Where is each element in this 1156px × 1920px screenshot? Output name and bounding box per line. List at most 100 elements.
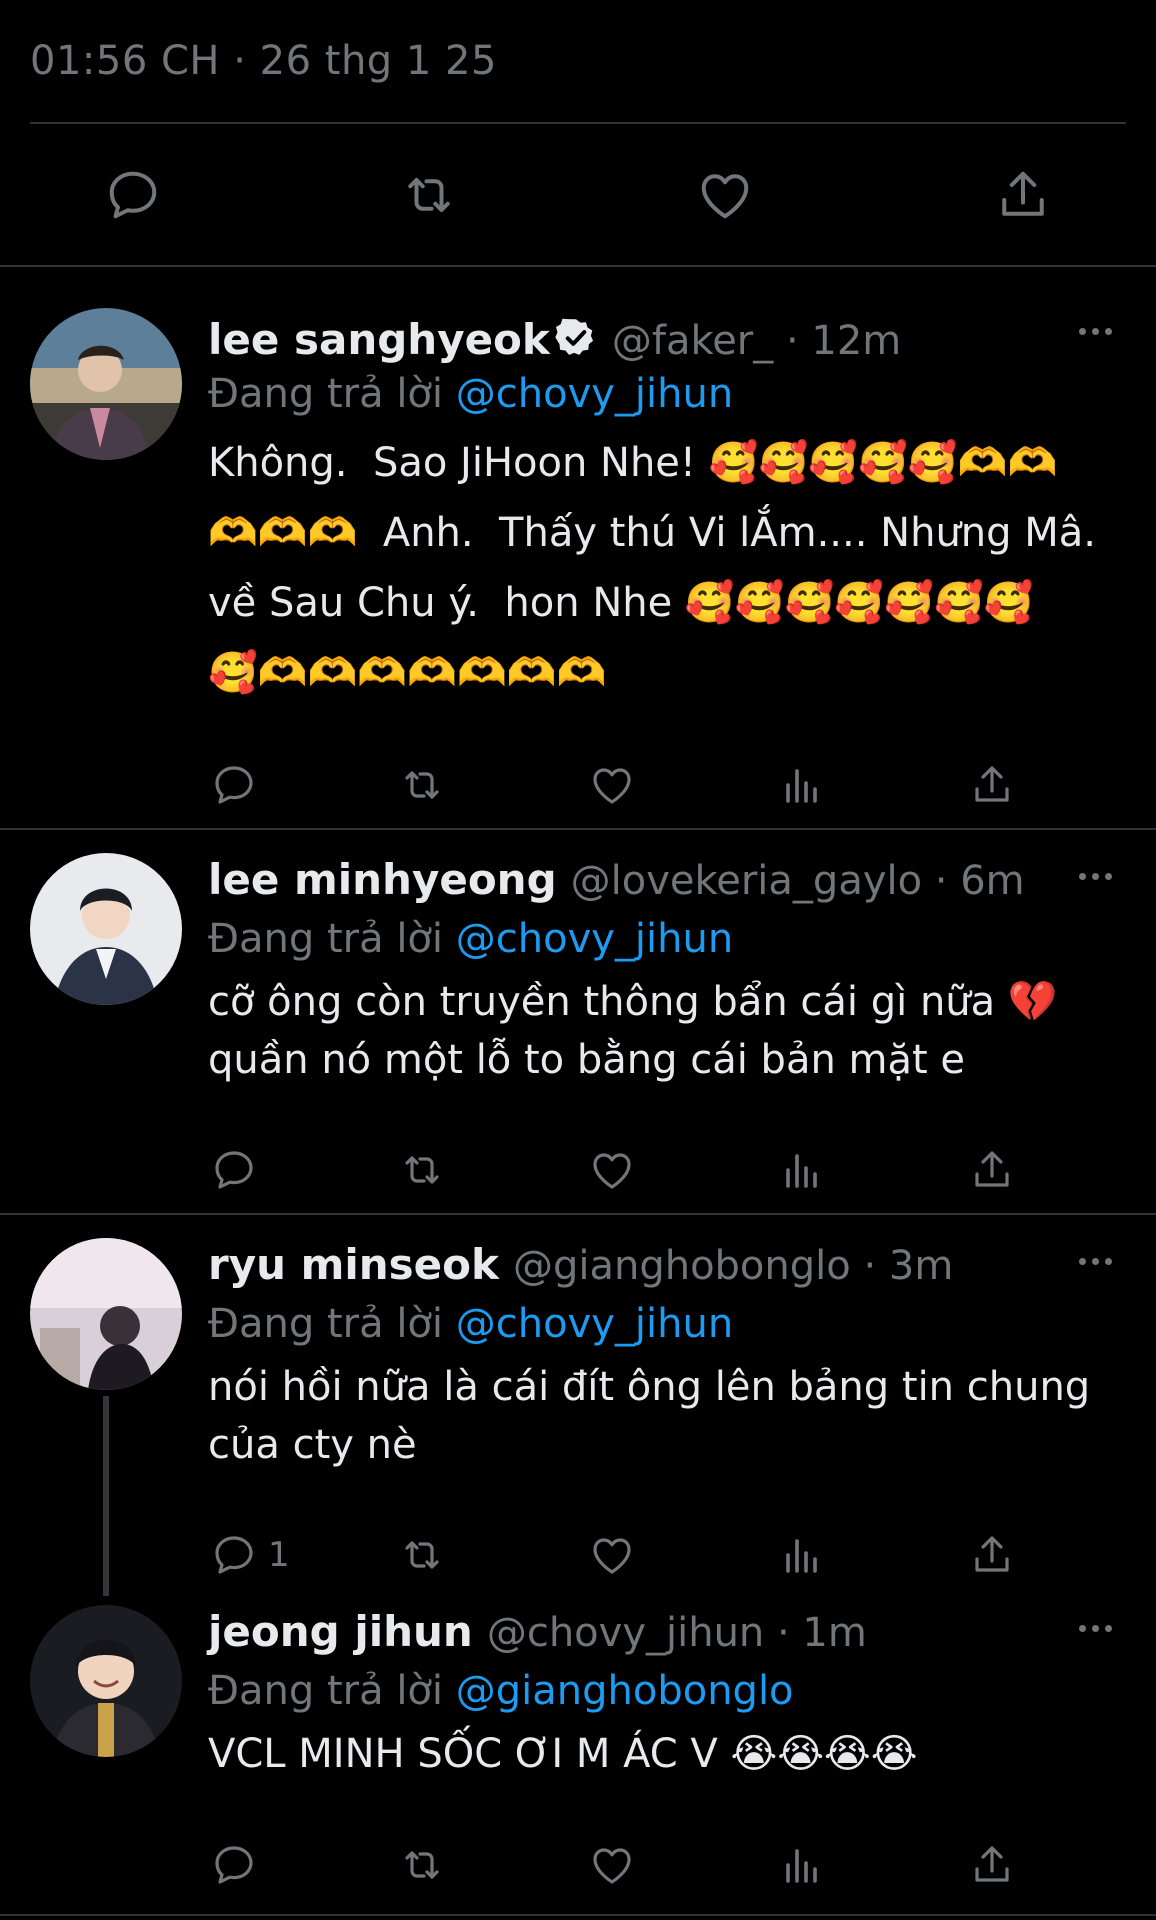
heart-icon [593, 1538, 631, 1574]
more-options-button[interactable] [1070, 1613, 1120, 1643]
reply-tweet[interactable]: lee minhyeong @lovekeria_gaylo · 6m Đang… [0, 845, 1156, 1215]
share-icon [975, 766, 1009, 802]
share-icon [975, 1846, 1009, 1882]
avatar[interactable] [30, 308, 182, 460]
handle-and-time[interactable]: @lovekeria_gaylo · 6m [571, 858, 1025, 904]
reply-button[interactable] [210, 1140, 268, 1200]
tweet-text: VCL MINH SỐC ƠI M ÁC V 😭😭😭😭 [208, 1731, 918, 1777]
reply-mention-link[interactable]: @gianghobonglo [456, 1668, 794, 1714]
reply-button[interactable] [210, 1835, 268, 1895]
retweet-icon [405, 1156, 439, 1184]
replying-to: Đang trả lời @chovy_jihun [208, 913, 1126, 965]
reply-mention-link[interactable]: @chovy_jihun [456, 371, 733, 417]
display-name[interactable]: lee sanghyeok [208, 315, 550, 364]
share-button[interactable] [988, 155, 1058, 235]
tweet-header: lee sanghyeok @faker_ · 12m [208, 310, 1126, 368]
tweet-header: jeong jihun @chovy_jihun · 1m [208, 1607, 1126, 1665]
display-name[interactable]: ryu minseok [208, 1240, 499, 1289]
views-button[interactable] [778, 1835, 826, 1895]
bar-chart-icon [786, 1849, 817, 1883]
replying-to: Đang trả lời @chovy_jihun [208, 368, 1126, 420]
share-button[interactable] [968, 1525, 1016, 1585]
more-icon [1078, 327, 1086, 335]
share-icon [1002, 171, 1044, 216]
heart-icon [593, 1848, 631, 1884]
retweet-icon [405, 1541, 439, 1569]
divider [0, 1914, 1156, 1916]
bar-chart-icon [786, 1539, 817, 1573]
avatar[interactable] [30, 1605, 182, 1757]
handle-and-time[interactable]: @gianghobonglo · 3m [513, 1243, 953, 1289]
more-icon [1078, 872, 1086, 880]
retweet-button[interactable] [398, 755, 446, 815]
tweet-text: Không. Sao JiHoon Nhe! 🥰🥰🥰🥰🥰🫶🫶 🫶🫶🫶 Anh. … [208, 440, 1096, 696]
share-icon [975, 1151, 1009, 1187]
share-icon [975, 1536, 1009, 1572]
like-button[interactable] [588, 755, 636, 815]
reply-icon [109, 171, 157, 219]
reply-button[interactable] [98, 155, 168, 235]
tweet-text: cỡ ông còn truyền thông bẩn cái gì nữa 💔… [208, 979, 1058, 1083]
replying-to: Đang trả lời @chovy_jihun [208, 1298, 1126, 1350]
avatar-image [30, 853, 182, 1005]
tweet-timestamp: 01:56 CH · 26 thg 1 25 [30, 38, 497, 84]
reply-tweet[interactable]: lee sanghyeok @faker_ · 12m Đang trả lời… [0, 300, 1156, 825]
tweet-actions: 1 [0, 1525, 1156, 1585]
replying-to-label: Đang trả lời [208, 371, 444, 417]
retweet-button[interactable] [398, 1835, 446, 1895]
heart-icon [701, 174, 749, 219]
retweet-button[interactable] [398, 1525, 446, 1585]
reply-tweet[interactable]: ryu minseok @gianghobonglo · 3m Đang trả… [0, 1230, 1156, 1600]
reply-icon [215, 1151, 253, 1189]
divider [30, 122, 1126, 124]
share-button[interactable] [968, 1835, 1016, 1895]
heart-icon [593, 768, 631, 804]
replying-to-label: Đang trả lời [208, 916, 444, 962]
display-name[interactable]: jeong jihun [208, 1607, 473, 1656]
handle-and-time[interactable]: @faker_ · 12m [612, 318, 901, 364]
retweet-icon [408, 178, 450, 212]
avatar[interactable] [30, 853, 182, 1005]
reply-button[interactable]: 1 [210, 1525, 290, 1585]
divider [0, 1213, 1156, 1215]
views-button[interactable] [778, 1140, 826, 1200]
more-icon [1078, 1624, 1086, 1632]
reply-mention-link[interactable]: @chovy_jihun [456, 916, 733, 962]
share-button[interactable] [968, 1140, 1016, 1200]
like-button[interactable] [690, 155, 760, 235]
like-button[interactable] [588, 1525, 636, 1585]
tweet-actions [0, 755, 1156, 815]
reply-button[interactable] [210, 755, 268, 815]
reply-count: 1 [268, 1535, 290, 1575]
reply-icon [215, 1846, 253, 1884]
tweet-actions [0, 1835, 1156, 1895]
replying-to: Đang trả lời @gianghobonglo [208, 1665, 1126, 1717]
retweet-icon [405, 1851, 439, 1879]
reply-icon [215, 1536, 253, 1574]
avatar-image [30, 1238, 182, 1390]
heart-icon [593, 1153, 631, 1189]
reply-mention-link[interactable]: @chovy_jihun [456, 1301, 733, 1347]
tweet-header: ryu minseok @gianghobonglo · 3m [208, 1240, 1126, 1298]
more-options-button[interactable] [1070, 1246, 1120, 1276]
more-options-button[interactable] [1070, 316, 1120, 346]
retweet-button[interactable] [398, 1140, 446, 1200]
avatar-image [30, 308, 182, 460]
bar-chart-icon [786, 769, 817, 803]
more-options-button[interactable] [1070, 861, 1120, 891]
tweet-header: lee minhyeong @lovekeria_gaylo · 6m [208, 855, 1126, 913]
tweet-actions [0, 1140, 1156, 1200]
avatar[interactable] [30, 1238, 182, 1390]
views-button[interactable] [778, 755, 826, 815]
retweet-button[interactable] [394, 155, 464, 235]
views-button[interactable] [778, 1525, 826, 1585]
like-button[interactable] [588, 1140, 636, 1200]
avatar-image [30, 1605, 182, 1757]
bar-chart-icon [786, 1154, 817, 1188]
tweet-text: nói hồi nữa là cái đít ông lên bảng tin … [208, 1364, 1091, 1468]
display-name[interactable]: lee minhyeong [208, 855, 557, 904]
share-button[interactable] [968, 755, 1016, 815]
like-button[interactable] [588, 1835, 636, 1895]
reply-tweet[interactable]: jeong jihun @chovy_jihun · 1m Đang trả l… [0, 1597, 1156, 1920]
handle-and-time[interactable]: @chovy_jihun · 1m [487, 1610, 867, 1656]
